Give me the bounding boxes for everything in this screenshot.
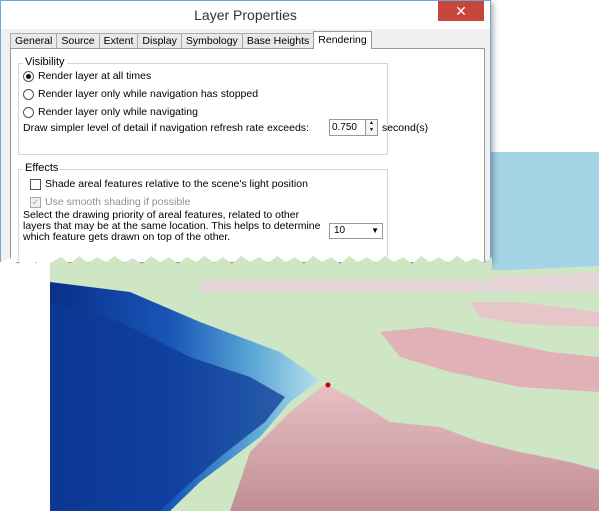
tab-rendering[interactable]: Rendering	[313, 31, 372, 49]
torn-edge	[0, 256, 492, 280]
location-marker	[325, 382, 331, 388]
